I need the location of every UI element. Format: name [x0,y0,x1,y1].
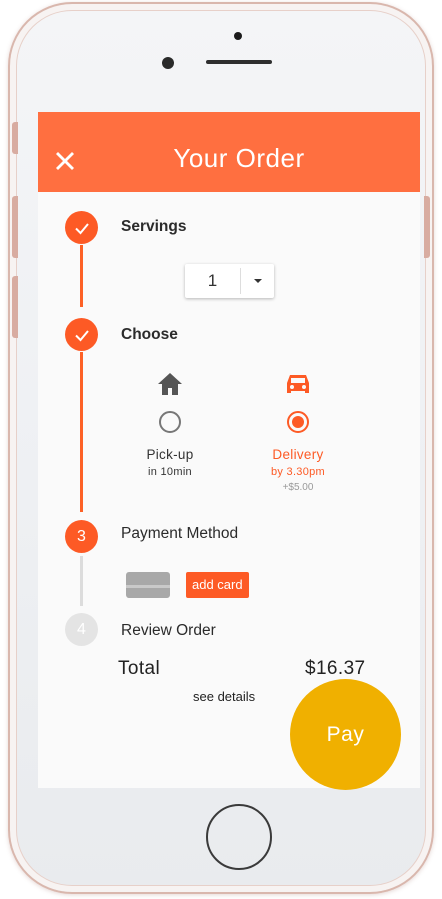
volume-up-button [12,196,18,258]
power-button [424,196,430,258]
step-connector-1 [80,245,83,307]
total-label: Total [118,658,161,679]
step-connector-3 [80,556,83,606]
total-value: $16.37 [305,658,366,679]
credit-card-icon [126,572,170,598]
home-icon [158,373,182,395]
step-connector-2 [80,352,83,512]
front-camera [162,57,174,69]
delivery-subtitle: by 3.30pm [270,466,326,478]
step-1-check-icon [65,211,98,244]
step-3-number: 3 [65,520,98,553]
step-review-label: Review Order [121,622,216,639]
car-icon [287,375,309,393]
delivery-fee: +$5.00 [282,482,314,493]
pickup-title: Pick-up [146,447,194,462]
pay-button[interactable]: Pay [290,679,401,790]
delivery-title: Delivery [272,447,324,462]
proximity-sensor [234,32,242,40]
pickup-subtitle: in 10min [148,466,192,478]
servings-dropdown[interactable]: 1 [185,264,274,298]
mute-switch [12,122,18,154]
home-button[interactable] [206,804,272,870]
see-details-link[interactable]: see details [193,689,255,704]
delivery-option[interactable]: Delivery by 3.30pm +$5.00 [238,371,358,493]
step-payment-label: Payment Method [121,525,239,542]
step-4-number: 4 [65,613,98,646]
page-title: Your Order [173,143,305,173]
step-choose-label: Choose [121,326,178,343]
step-2-check-icon [65,318,98,351]
pickup-radio[interactable] [159,411,181,433]
volume-down-button [12,276,18,338]
header-bar: Your Order [38,112,420,192]
chevron-down-icon[interactable] [241,264,274,298]
delivery-radio[interactable] [287,411,309,433]
earpiece-speaker [206,60,272,64]
servings-value: 1 [207,271,218,290]
pickup-option[interactable]: Pick-up in 10min [110,371,230,478]
add-card-button[interactable]: add card [186,572,249,598]
step-servings-label: Servings [121,218,187,235]
